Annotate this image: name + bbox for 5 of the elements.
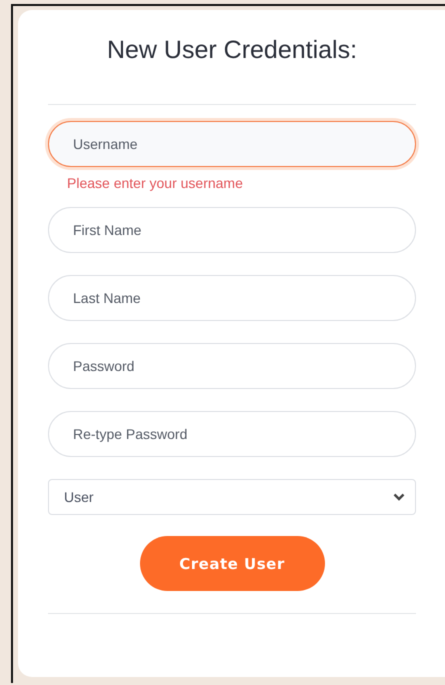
role-select[interactable]: User — [48, 479, 416, 515]
chevron-down-icon — [393, 493, 405, 501]
error-message: Please enter your username — [67, 175, 244, 191]
form-title: New User Credentials: — [106, 35, 358, 66]
input-field[interactable]: Username — [48, 121, 416, 167]
